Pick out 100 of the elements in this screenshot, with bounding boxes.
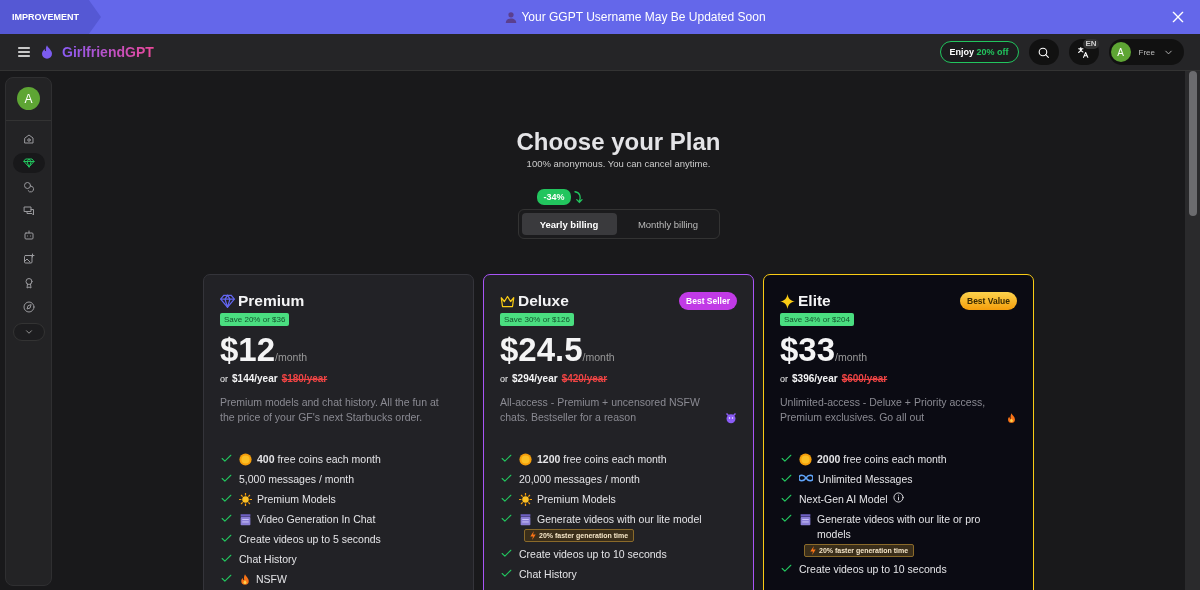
account-menu[interactable]: A Free — [1108, 39, 1184, 65]
close-button[interactable] — [1170, 9, 1186, 25]
sun-icon — [519, 493, 532, 506]
original-price: $180/year — [281, 373, 328, 384]
search-button[interactable] — [1028, 39, 1059, 65]
flame-icon — [239, 573, 251, 586]
curved-arrow-icon — [572, 190, 584, 204]
clapperboard-icon — [799, 513, 812, 526]
plan-price: $24.5 — [500, 330, 583, 370]
feature-text: Create videos up to 10 seconds — [799, 562, 947, 577]
yearly-price: $294/year — [512, 373, 558, 384]
feature-text: 5,000 messages / month — [239, 472, 354, 487]
check-icon — [780, 512, 793, 525]
yearly-price: $396/year — [792, 373, 838, 384]
user-icon — [505, 11, 518, 23]
check-icon — [220, 512, 233, 525]
sidebar-item[interactable] — [12, 153, 45, 173]
check-icon — [500, 472, 513, 485]
menu-icon — [16, 44, 32, 60]
feature-text: Generate videos with our lite model — [537, 512, 702, 527]
feature-text: 1200 free coins each month — [537, 452, 667, 467]
check-icon — [780, 492, 793, 505]
check-icon — [500, 452, 513, 465]
page-title: Choose your Plan — [516, 128, 721, 156]
crown-icon — [500, 294, 515, 308]
close-icon — [1170, 9, 1186, 25]
feature-text: Chat History — [239, 552, 297, 567]
price-prefix: or — [220, 374, 228, 384]
price-period: /month — [582, 351, 615, 363]
plan-description: All-access - Premium + uncensored NSFW chats. Bestseller for a reason — [500, 395, 701, 425]
discount-badge: -34% — [537, 189, 571, 205]
original-price: $420/year — [561, 373, 608, 384]
plan-price: $12 — [220, 330, 276, 370]
check-icon — [220, 532, 233, 545]
sparkle-icon — [780, 293, 795, 309]
menu-button[interactable] — [16, 44, 32, 60]
image-add-icon — [22, 253, 35, 265]
feature-text: Chat History — [519, 567, 577, 582]
clapperboard-icon — [519, 513, 532, 526]
check-icon — [220, 552, 233, 565]
promo-button[interactable]: Enjoy 20% off — [939, 41, 1019, 63]
price-prefix: or — [500, 374, 508, 384]
lightning-icon — [810, 546, 816, 555]
plan-badge: Best Value — [960, 292, 1017, 310]
devil-icon — [725, 412, 737, 424]
check-icon — [220, 572, 233, 585]
billing-tab[interactable]: Yearly billing — [521, 213, 617, 235]
language-button[interactable]: EN — [1068, 39, 1099, 65]
banner-message: Your GGPT Username May Be Updated Soon — [521, 10, 766, 24]
plan-badge: Best Seller — [679, 292, 737, 310]
feature-text: Create videos up to 10 seconds — [519, 547, 667, 562]
check-icon — [500, 512, 513, 525]
savings-tag: Save 20% or $36 — [220, 313, 290, 326]
clapperboard-icon — [239, 513, 252, 526]
check-icon — [220, 492, 233, 505]
feature-text: 400 free coins each month — [257, 452, 381, 467]
plan-description: Premium models and chat history. All the fun at the price of your GF's next Starbucks order. — [220, 395, 440, 425]
plan-name: Premium — [238, 292, 305, 310]
plan-description: Unlimited-access - Deluxe + Priority access, Premium exclusives. Go all out — [780, 395, 987, 425]
plan-name: Deluxe — [518, 292, 569, 310]
robot-icon — [22, 229, 35, 241]
award-icon — [22, 277, 35, 289]
category-tag: IMPROVEMENT — [0, 0, 101, 34]
billing-tab[interactable]: Monthly billing — [620, 213, 716, 235]
price-period: /month — [835, 351, 868, 363]
feature-text: 2000 free coins each month — [817, 452, 947, 467]
gem-icon — [220, 294, 235, 308]
translate-icon — [1077, 45, 1091, 59]
language-badge: EN — [1083, 39, 1099, 49]
gem-icon — [22, 157, 35, 169]
home-icon — [22, 133, 35, 145]
coin-icon — [519, 453, 532, 466]
chevron-down-icon — [23, 327, 34, 337]
savings-tag: Save 30% or $126 — [500, 313, 574, 326]
feature-text: Unlimited Messages — [818, 472, 913, 487]
feature-text: Video Generation In Chat — [257, 512, 376, 527]
feature-text: Create videos up to 5 seconds — [239, 532, 381, 547]
chat-icon — [22, 205, 35, 217]
feature-text: 20,000 messages / month — [519, 472, 640, 487]
brand-name[interactable]: GirlfriendGPT — [62, 44, 154, 60]
coins-icon — [22, 181, 35, 193]
feature-text: Premium Models — [257, 492, 336, 507]
search-icon — [1037, 45, 1051, 59]
plan-label: Free — [1138, 47, 1155, 57]
yearly-price: $144/year — [232, 373, 278, 384]
check-icon — [780, 562, 793, 575]
sun-icon — [239, 493, 252, 506]
check-icon — [500, 547, 513, 560]
scrollbar[interactable] — [1185, 71, 1200, 590]
check-icon — [220, 472, 233, 485]
savings-tag: Save 34% or $204 — [780, 313, 854, 326]
check-icon — [500, 567, 513, 580]
price-period: /month — [275, 351, 308, 363]
flame-logo-icon — [42, 45, 52, 59]
feature-text: NSFW — [256, 572, 287, 587]
check-icon — [780, 452, 793, 465]
page-subtitle: 100% anonymous. You can cancel anytime. — [526, 158, 711, 169]
feature-text: Next-Gen AI Model — [799, 492, 888, 507]
feature-text: Premium Models — [537, 492, 616, 507]
feature-text: Generate videos with our lite or pro models — [817, 512, 982, 542]
